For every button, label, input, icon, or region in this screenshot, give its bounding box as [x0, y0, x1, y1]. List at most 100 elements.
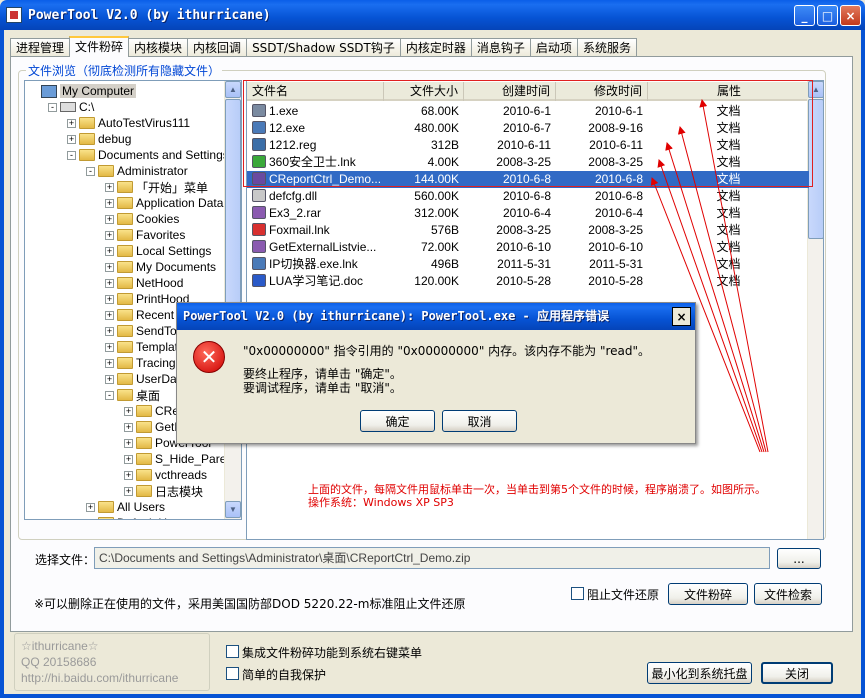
folder-icon	[79, 149, 95, 161]
dialog-message: "0x00000000" 指令引用的 "0x00000000" 内存。该内存不能…	[243, 344, 651, 358]
file-modified-cell: 2008-3-25	[588, 223, 643, 237]
folder-icon	[136, 421, 152, 433]
scroll-down-button[interactable]: ▼	[225, 501, 241, 518]
context-menu-checkbox[interactable]	[226, 645, 239, 658]
tree-item[interactable]: - C:\	[48, 99, 94, 115]
tree-item[interactable]: + AutoTestVirus111	[67, 115, 190, 131]
table-row[interactable]: GetExternalListvie... 72.00K 2010-6-10 2010…	[247, 239, 809, 256]
tree-item[interactable]: + S_Hide_Parent	[124, 451, 236, 467]
self-protect-checkbox[interactable]	[226, 667, 239, 680]
block-restore-checkbox[interactable]	[571, 587, 584, 600]
search-button[interactable]: 文件检索	[754, 583, 822, 605]
self-protect-label: 简单的自我保护	[242, 668, 327, 682]
tree-item[interactable]: + Tracing	[105, 355, 176, 371]
file-name-cell: Foxmail.lnk	[247, 222, 384, 239]
tab-services[interactable]: 系统服务	[576, 38, 637, 57]
tree-item[interactable]: + All Users	[86, 499, 165, 515]
tree-item[interactable]: + vcthreads	[124, 467, 207, 483]
expand-icon[interactable]: +	[86, 502, 95, 512]
expand-icon[interactable]: +	[105, 182, 114, 192]
tree-item[interactable]: + NetHood	[105, 275, 183, 291]
tab-kernel-timers[interactable]: 内核定时器	[399, 38, 472, 57]
tree-item[interactable]: + Application Data	[105, 195, 223, 211]
tree-item[interactable]: - Documents and Settings	[67, 147, 229, 163]
expand-icon[interactable]: +	[124, 454, 133, 464]
expand-icon[interactable]: +	[124, 422, 133, 432]
expand-icon[interactable]: +	[105, 310, 114, 320]
tab-startup[interactable]: 启动项	[529, 38, 578, 57]
minimize-button[interactable]: _	[794, 5, 815, 26]
tree-item[interactable]: + debug	[67, 131, 131, 147]
tree-item[interactable]: + 「开始」菜单	[105, 179, 208, 195]
selected-path-field[interactable]: C:\Documents and Settings\Administrator\…	[94, 547, 770, 569]
file-modified-cell: 2010-6-4	[594, 206, 643, 220]
expand-icon[interactable]: +	[105, 358, 114, 368]
expand-icon[interactable]: +	[124, 438, 133, 448]
minimize-to-tray-button[interactable]: 最小化到系统托盘	[647, 662, 752, 684]
expand-icon[interactable]: +	[124, 470, 133, 480]
dialog-ok-button[interactable]: 确定	[360, 410, 435, 432]
tree-item[interactable]: + My Documents	[105, 259, 216, 275]
tree-item[interactable]: + Cookies	[105, 211, 179, 227]
tree-item[interactable]: My Computer	[29, 83, 137, 99]
tree-item[interactable]: - Administrator	[86, 163, 188, 179]
expand-icon[interactable]: +	[105, 326, 114, 336]
tab-bar: 进程管理 文件粉碎 内核模块 内核回调 SSDT/Shadow SSDT钩子 内…	[10, 36, 637, 57]
file-name-cell: LUA学习笔记.doc	[247, 273, 384, 290]
tree-scrollbar[interactable]: ▲ ▼	[224, 81, 241, 519]
expand-icon[interactable]: +	[67, 118, 76, 128]
shred-button[interactable]: 文件粉碎	[668, 583, 748, 605]
folder-tree[interactable]: +Default User+All Users+日志模块+vcthreads+S…	[24, 80, 242, 520]
tab-message-hooks[interactable]: 消息钩子	[470, 38, 531, 57]
table-row[interactable]: LUA学习笔记.doc 120.00K 2010-5-28 2010-5-28 文档	[247, 273, 809, 290]
tree-item[interactable]: + SendTo	[105, 323, 177, 339]
author-qq: QQ 20158686	[21, 655, 97, 669]
tree-item[interactable]: + Recent	[105, 307, 174, 323]
tree-item-label: Cookies	[136, 212, 180, 226]
tree-item[interactable]: + Default User	[86, 515, 184, 519]
expand-icon[interactable]: +	[105, 262, 114, 272]
tab-kernel-callbacks[interactable]: 内核回调	[187, 38, 248, 57]
table-row[interactable]: Foxmail.lnk 576B 2008-3-25 2008-3-25 文档	[247, 222, 809, 239]
tree-item[interactable]: + Local Settings	[105, 243, 211, 259]
collapse-icon[interactable]: -	[48, 102, 57, 112]
tree-item[interactable]: + UserData	[105, 371, 187, 387]
collapse-icon[interactable]: -	[67, 150, 76, 160]
expand-icon[interactable]: +	[124, 406, 133, 416]
close-window-button[interactable]: ×	[840, 5, 861, 26]
expand-icon[interactable]: +	[105, 278, 114, 288]
tab-file-shred[interactable]: 文件粉碎	[69, 36, 130, 57]
expand-icon[interactable]: +	[124, 486, 133, 496]
close-button[interactable]: 关闭	[761, 662, 833, 684]
tab-ssdt-hooks[interactable]: SSDT/Shadow SSDT钩子	[246, 38, 401, 57]
table-row[interactable]: defcfg.dll 560.00K 2010-6-8 2010-6-8 文档	[247, 188, 809, 205]
maximize-button[interactable]: □	[817, 5, 838, 26]
app-icon	[6, 7, 22, 23]
tree-item[interactable]: - 桌面	[105, 387, 160, 403]
table-row[interactable]: IP切换器.exe.lnk 496B 2011-5-31 2011-5-31 文档	[247, 256, 809, 273]
expand-icon[interactable]: +	[67, 134, 76, 144]
tree-item[interactable]: + Favorites	[105, 227, 185, 243]
expand-icon[interactable]: +	[105, 198, 114, 208]
expand-icon[interactable]: +	[86, 518, 95, 519]
tree-item-label: NetHood	[136, 276, 184, 290]
tab-process[interactable]: 进程管理	[10, 38, 71, 57]
dialog-close-button[interactable]: ×	[672, 307, 691, 326]
error-icon: ✕	[193, 341, 225, 373]
dialog-cancel-button[interactable]: 取消	[442, 410, 517, 432]
expand-icon[interactable]: +	[105, 246, 114, 256]
folder-icon	[117, 293, 133, 305]
collapse-icon[interactable]: -	[86, 166, 95, 176]
table-row[interactable]: Ex3_2.rar 312.00K 2010-6-4 2010-6-4 文档	[247, 205, 809, 222]
expand-icon[interactable]: +	[105, 230, 114, 240]
expand-icon[interactable]: +	[105, 374, 114, 384]
browse-button[interactable]: ...	[777, 548, 821, 569]
scroll-up-button[interactable]: ▲	[225, 81, 241, 98]
tree-item[interactable]: + 日志模块	[124, 483, 203, 499]
tab-kernel-modules[interactable]: 内核模块	[128, 38, 189, 57]
file-attr-cell: 文档	[716, 257, 741, 271]
expand-icon[interactable]: +	[105, 294, 114, 304]
expand-icon[interactable]: +	[105, 342, 114, 352]
expand-icon[interactable]: +	[105, 214, 114, 224]
collapse-icon[interactable]: -	[105, 390, 114, 400]
